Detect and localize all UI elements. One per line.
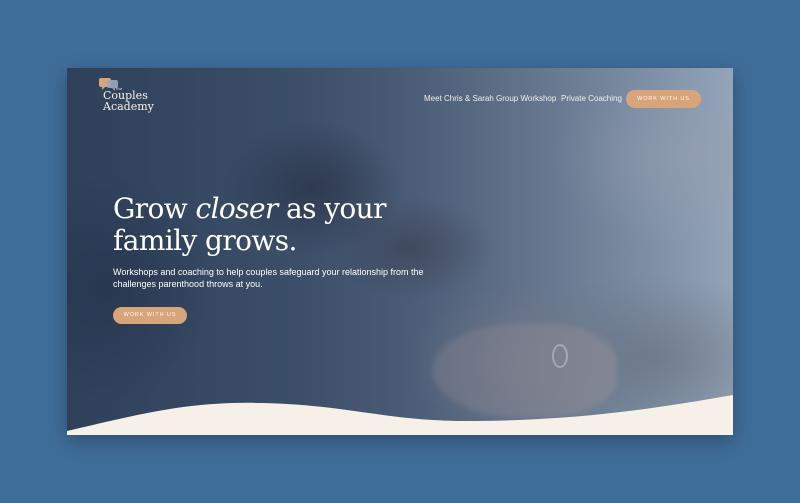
- site-header: the Couples Academy Meet Chris & Sarah G…: [67, 78, 733, 118]
- couples-academy-logo[interactable]: the Couples Academy: [98, 78, 168, 118]
- nav-group-workshop[interactable]: Group Workshop: [496, 94, 556, 103]
- hero-work-with-us-button[interactable]: WORK WITH US: [113, 307, 187, 324]
- headline-before-text: Grow: [113, 192, 196, 225]
- cream-wave-divider: [67, 395, 733, 435]
- headline-emphasis-text: closer: [195, 192, 278, 225]
- hero-subtitle: Workshops and coaching to help couples s…: [113, 267, 424, 289]
- headline-after-text: as your: [277, 192, 386, 225]
- brand-name-line-2: Academy: [103, 100, 154, 113]
- nav-meet-chris-sarah[interactable]: Meet Chris & Sarah: [424, 94, 494, 103]
- hero-headline: Grow closer as your family grows.: [113, 193, 386, 257]
- hero-headline-line-2: family grows.: [113, 224, 297, 257]
- hero-headline-line-1: Grow closer as your: [113, 193, 386, 225]
- nav-private-coaching[interactable]: Private Coaching: [561, 94, 622, 103]
- website-screenshot: the Couples Academy Meet Chris & Sarah G…: [67, 68, 733, 435]
- header-work-with-us-button[interactable]: WORK WITH US: [626, 90, 701, 108]
